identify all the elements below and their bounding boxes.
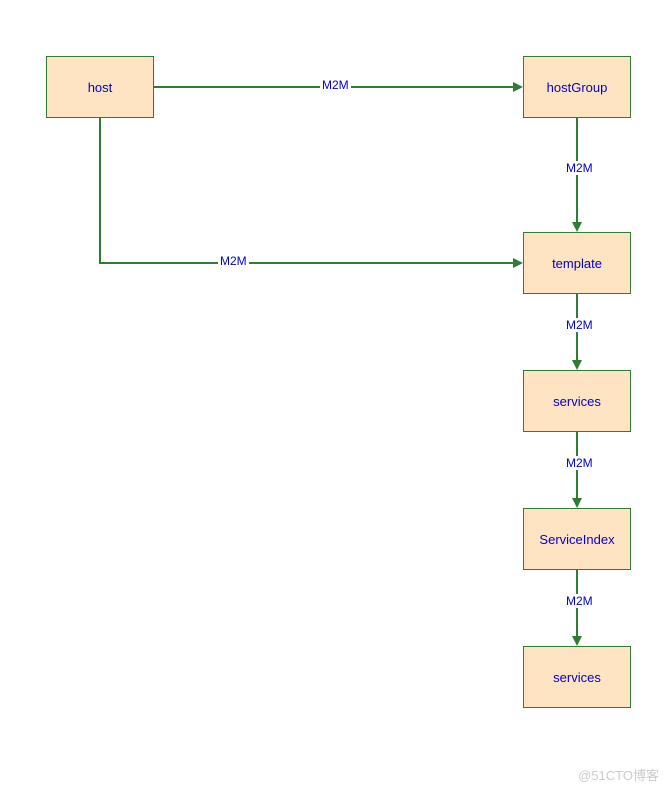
edge-host-template-h [99, 262, 513, 264]
arrow-down-icon [572, 636, 582, 646]
node-services2-label: services [553, 670, 601, 685]
arrow-right-icon [513, 258, 523, 268]
node-serviceindex-label: ServiceIndex [539, 532, 614, 547]
edge-host-template-label: M2M [218, 254, 249, 268]
edge-template-services-label: M2M [564, 318, 595, 332]
edge-host-hostgroup-label: M2M [320, 78, 351, 92]
node-template: template [523, 232, 631, 294]
node-services2: services [523, 646, 631, 708]
arrow-down-icon [572, 222, 582, 232]
node-template-label: template [552, 256, 602, 271]
node-hostgroup: hostGroup [523, 56, 631, 118]
arrow-right-icon [513, 82, 523, 92]
edge-services-serviceindex-label: M2M [564, 456, 595, 470]
arrow-down-icon [572, 498, 582, 508]
node-serviceindex: ServiceIndex [523, 508, 631, 570]
node-host-label: host [88, 80, 113, 95]
node-services1-label: services [553, 394, 601, 409]
watermark: @51CTO博客 [578, 765, 659, 784]
node-hostgroup-label: hostGroup [547, 80, 608, 95]
arrow-down-icon [572, 360, 582, 370]
node-services1: services [523, 370, 631, 432]
edge-host-template-v [99, 118, 101, 263]
node-host: host [46, 56, 154, 118]
edge-serviceindex-services-label: M2M [564, 594, 595, 608]
edge-hostgroup-template-label: M2M [564, 161, 595, 175]
